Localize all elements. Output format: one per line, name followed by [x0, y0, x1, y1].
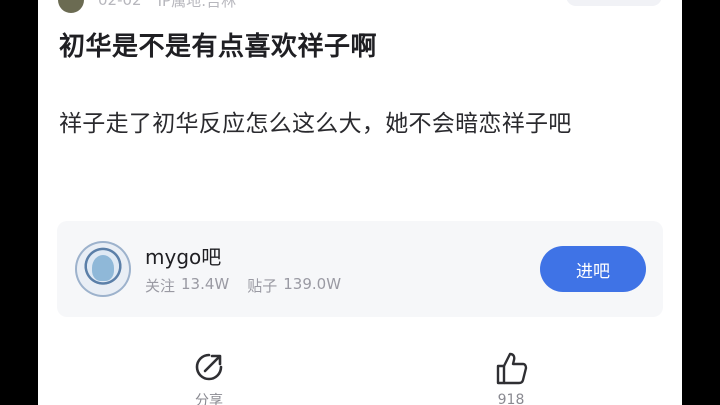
like-count: 918 — [497, 392, 525, 405]
share-icon — [195, 353, 223, 381]
like-button[interactable]: 918 — [481, 350, 541, 405]
post-title: 初华是不是有点喜欢祥子啊 — [59, 32, 378, 62]
thumbs-up-icon — [496, 352, 528, 385]
share-button[interactable]: 分享 — [179, 350, 239, 405]
forum-card[interactable]: mygo吧 关注 13.4W 贴子 139.0W 进吧 — [57, 221, 663, 317]
follow-author-button[interactable] — [566, 0, 662, 6]
author-avatar[interactable] — [58, 0, 84, 13]
share-label: 分享 — [195, 393, 223, 405]
posts-label: 贴子 — [247, 277, 278, 295]
post-meta: 02-02 IP属地:吉林 — [58, 0, 237, 13]
posts-count: 139.0W — [283, 275, 342, 293]
join-forum-button[interactable]: 进吧 — [540, 246, 646, 292]
post-body: 祥子走了初华反应怎么这么大，她不会暗恋祥子吧 — [59, 111, 572, 137]
ip-location: IP属地:吉林 — [157, 0, 237, 10]
forum-stats: 关注 13.4W 贴子 139.0W — [145, 275, 341, 296]
forum-avatar-figure — [92, 255, 114, 281]
forum-name: mygo吧 — [145, 245, 222, 269]
post-date: 02-02 — [98, 0, 142, 9]
forum-avatar — [75, 241, 131, 297]
post-detail-screen: 02-02 IP属地:吉林 初华是不是有点喜欢祥子啊 祥子走了初华反应怎么这么大… — [38, 0, 682, 405]
follow-count: 13.4W — [181, 275, 230, 293]
follow-label: 关注 — [145, 277, 176, 295]
